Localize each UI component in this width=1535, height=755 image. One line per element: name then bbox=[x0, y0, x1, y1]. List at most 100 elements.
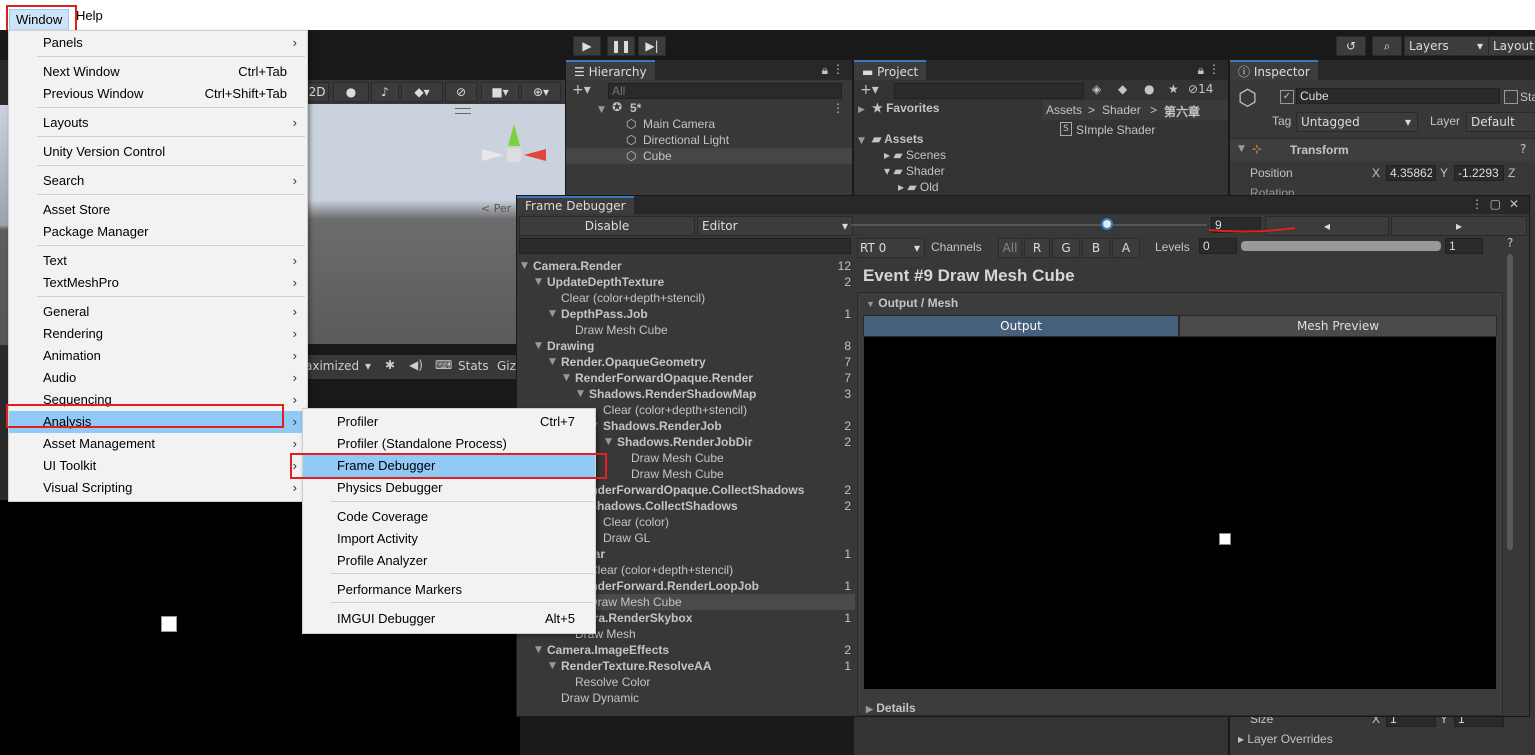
layer-overrides-foldout[interactable]: ▸ Layer Overrides bbox=[1238, 732, 1333, 746]
tab-frame-debugger[interactable]: Frame Debugger bbox=[517, 196, 634, 214]
expand-arrow-icon[interactable]: ▼ bbox=[577, 389, 584, 399]
label-icon[interactable]: ◆ bbox=[1118, 82, 1127, 96]
menu-item-search[interactable]: Search › bbox=[9, 170, 307, 192]
expand-arrow-icon[interactable]: ▼ bbox=[535, 645, 542, 655]
effects-toggle-icon[interactable]: ◆▾ bbox=[401, 82, 443, 102]
layer-dropdown[interactable]: Default bbox=[1466, 112, 1535, 132]
kebab-menu-icon[interactable]: ⋮ bbox=[832, 62, 844, 76]
menu-item-imgui-debugger[interactable]: IMGUI Debugger Alt+5 bbox=[303, 608, 595, 630]
gizmos-button[interactable]: Giz bbox=[497, 359, 516, 373]
channel-g-button[interactable]: G bbox=[1052, 238, 1080, 258]
menu-item-previous-window[interactable]: Previous Window Ctrl+Shift+Tab bbox=[9, 83, 307, 105]
folder-shader[interactable]: ▾ ▰ Shader bbox=[884, 164, 945, 178]
active-checkbox[interactable]: ✓ bbox=[1280, 90, 1294, 104]
menu-item-next-window[interactable]: Next Window Ctrl+Tab bbox=[9, 61, 307, 83]
lighting-toggle-icon[interactable]: ● bbox=[333, 82, 369, 102]
gizmo-center-icon[interactable] bbox=[507, 148, 521, 162]
dropdown-arrow-icon[interactable]: ▾ bbox=[365, 359, 371, 373]
maximize-icon[interactable]: ▢ bbox=[1490, 197, 1501, 211]
levels-min-field[interactable] bbox=[1199, 238, 1237, 254]
menu-item-panels[interactable]: Panels › bbox=[9, 32, 307, 54]
tree-row[interactable]: Draw Dynamic bbox=[517, 690, 855, 706]
lock-icon[interactable]: 🔒︎ bbox=[822, 63, 828, 78]
cube-icon[interactable]: ⬡ bbox=[1238, 86, 1257, 111]
file-simple-shader[interactable]: SImple Shader bbox=[1076, 123, 1155, 137]
help-menu[interactable]: Help bbox=[76, 8, 103, 23]
scene-gizmo[interactable] bbox=[480, 124, 550, 194]
add-button[interactable]: +▾ bbox=[860, 82, 879, 98]
maximized-dropdown[interactable]: aximized bbox=[305, 359, 359, 373]
levels-max-field[interactable] bbox=[1445, 238, 1483, 254]
tree-row[interactable]: Draw Mesh Cube bbox=[517, 322, 855, 338]
menu-item-import-activity[interactable]: Import Activity bbox=[303, 528, 595, 550]
static-checkbox[interactable] bbox=[1504, 90, 1518, 104]
levels-range-slider[interactable] bbox=[1241, 241, 1441, 251]
gizmo-y-axis-icon[interactable] bbox=[508, 124, 520, 146]
kebab-menu-icon[interactable]: ⋮ bbox=[1471, 197, 1483, 211]
menu-item-ui-toolkit[interactable]: UI Toolkit › bbox=[9, 455, 307, 477]
breadcrumb-assets[interactable]: Assets bbox=[1046, 103, 1082, 117]
expand-arrow-icon[interactable]: ▼ bbox=[549, 661, 556, 671]
folder-scenes[interactable]: ▸ ▰ Scenes bbox=[884, 148, 946, 162]
add-button[interactable]: +▾ bbox=[572, 82, 591, 98]
channel-r-button[interactable]: R bbox=[1024, 238, 1050, 258]
transform-header[interactable]: ▼ ⊹ Transform ? bbox=[1230, 138, 1535, 161]
channel-b-button[interactable]: B bbox=[1082, 238, 1110, 258]
tree-row[interactable]: ▼ UpdateDepthTexture 2 bbox=[517, 274, 855, 290]
tree-row[interactable]: ▼ Shadows.RenderShadowMap 3 bbox=[517, 386, 855, 402]
scrollbar[interactable] bbox=[1507, 254, 1513, 550]
expand-arrow-icon[interactable]: ▼ bbox=[598, 105, 605, 115]
star-icon[interactable]: ★ bbox=[1168, 82, 1179, 96]
tree-row[interactable]: Resolve Color bbox=[517, 674, 855, 690]
expand-arrow-icon[interactable]: ▼ bbox=[563, 373, 570, 383]
event-search-input[interactable] bbox=[519, 238, 851, 254]
menu-item-performance-markers[interactable]: Performance Markers bbox=[303, 579, 595, 601]
menu-item-animation[interactable]: Animation › bbox=[9, 345, 307, 367]
drag-handle-icon[interactable] bbox=[455, 108, 471, 114]
visibility-toggle-icon[interactable]: ⊘ bbox=[445, 82, 477, 102]
tree-row[interactable]: ▼ Camera.Render 12 bbox=[517, 258, 855, 274]
play-button[interactable]: ▶ bbox=[573, 36, 601, 56]
tree-row[interactable]: ▼ RenderForwardOpaque.Render 7 bbox=[517, 370, 855, 386]
breadcrumb-shader[interactable]: Shader bbox=[1102, 103, 1141, 117]
menu-item-asset-store[interactable]: Asset Store bbox=[9, 199, 307, 221]
menu-item-layouts[interactable]: Layouts › bbox=[9, 112, 307, 134]
hierarchy-item-cube[interactable]: Cube bbox=[643, 149, 672, 163]
expand-arrow-icon[interactable]: ▼ bbox=[535, 341, 542, 351]
perspective-label[interactable]: < Per bbox=[481, 202, 511, 215]
next-event-button[interactable]: ▸ bbox=[1391, 216, 1527, 236]
history-icon[interactable]: ↺ bbox=[1336, 36, 1366, 56]
folder-old[interactable]: ▸ ▰ Old bbox=[898, 180, 939, 194]
scene-name[interactable]: 5* bbox=[630, 101, 641, 115]
tree-row[interactable]: Clear (color+depth+stencil) bbox=[517, 290, 855, 306]
event-slider-thumb[interactable] bbox=[1101, 218, 1113, 230]
keyboard-icon[interactable]: ⌨ bbox=[435, 358, 452, 372]
layers-dropdown[interactable]: Layers ▾ bbox=[1404, 36, 1490, 56]
gizmo-x-axis-icon[interactable] bbox=[524, 149, 546, 161]
camera-settings-icon[interactable]: ■▾ bbox=[481, 82, 519, 102]
menu-item-asset-management[interactable]: Asset Management › bbox=[9, 433, 307, 455]
audio-toggle-icon[interactable]: ♪ bbox=[371, 82, 399, 102]
expand-arrow-icon[interactable]: ▼ bbox=[549, 357, 556, 367]
expand-arrow-icon[interactable]: ▼ bbox=[858, 136, 865, 146]
lock-icon[interactable]: 🔒︎ bbox=[1198, 63, 1204, 78]
help-icon[interactable]: ? bbox=[1507, 236, 1513, 250]
object-name-field[interactable] bbox=[1296, 88, 1500, 104]
event-slider-track[interactable] bbox=[851, 224, 1207, 226]
menu-item-profiler-standalone-process[interactable]: Profiler (Standalone Process) bbox=[303, 433, 595, 455]
expand-arrow-icon[interactable]: ▼ bbox=[521, 261, 528, 271]
tab-project[interactable]: ▬ Project bbox=[854, 60, 927, 80]
tree-row[interactable]: ▼ Render.OpaqueGeometry 7 bbox=[517, 354, 855, 370]
kebab-menu-icon[interactable]: ⋮ bbox=[1208, 62, 1220, 76]
breadcrumb-chapter6[interactable]: 第六章 bbox=[1164, 103, 1200, 120]
expand-arrow-icon[interactable]: ▼ bbox=[605, 437, 612, 447]
info-icon[interactable]: ● bbox=[1144, 82, 1154, 96]
search-icon[interactable]: ⌕ bbox=[1372, 36, 1402, 56]
scene-kebab-icon[interactable]: ⋮ bbox=[832, 101, 844, 115]
bug-icon[interactable]: ✱ bbox=[385, 358, 395, 372]
tree-row[interactable]: ▼ DepthPass.Job 1 bbox=[517, 306, 855, 322]
mode-2d-button[interactable]: 2D bbox=[305, 82, 329, 102]
tree-row[interactable]: ▼ Camera.ImageEffects 2 bbox=[517, 642, 855, 658]
pause-button[interactable]: ❚❚ bbox=[607, 36, 635, 56]
menu-item-text[interactable]: Text › bbox=[9, 250, 307, 272]
